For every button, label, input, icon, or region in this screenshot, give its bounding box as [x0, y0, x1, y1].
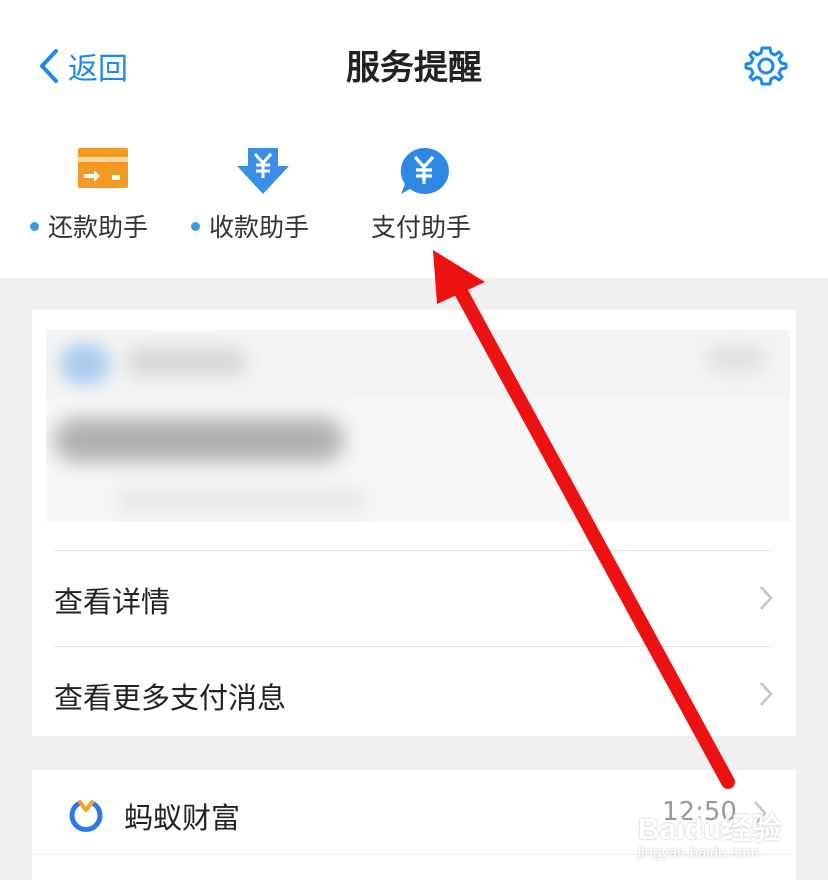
chevron-right-icon — [760, 586, 773, 610]
chevron-right-icon — [760, 682, 773, 706]
shortcut-bar: 还款助手 收款助手 支付助手 — [0, 130, 828, 278]
repayment-card-icon — [78, 148, 128, 188]
gear-icon[interactable] — [744, 44, 788, 88]
yen-download-icon — [237, 148, 289, 194]
unread-dot — [191, 221, 200, 231]
page-title: 服务提醒 — [346, 48, 482, 88]
notification-card[interactable]: 查看详情 查看更多支付消息 — [32, 310, 796, 736]
view-details-row[interactable]: 查看详情 — [54, 550, 774, 642]
baidu-watermark: Baidu经验 jingyan.baidu.com — [638, 804, 782, 861]
yen-chat-icon — [400, 147, 449, 194]
watermark-brand: Baidu经验 — [638, 813, 782, 846]
header: 返回 服务提醒 — [0, 0, 828, 130]
ant-fortune-logo-icon — [69, 800, 103, 832]
unread-dot — [30, 221, 39, 231]
watermark-url: jingyan.baidu.com — [638, 844, 759, 861]
row-label: 查看详情 — [54, 585, 171, 619]
blurred-message-content — [46, 330, 790, 522]
shortcut-label: 支付助手 — [371, 213, 472, 242]
row-label: 查看更多支付消息 — [54, 681, 287, 715]
more-payment-messages-row[interactable]: 查看更多支付消息 — [54, 646, 774, 738]
shortcut-label: 收款助手 — [209, 213, 310, 242]
shortcut-label: 还款助手 — [48, 213, 149, 242]
sender-name: 蚂蚁财富 — [124, 801, 241, 835]
